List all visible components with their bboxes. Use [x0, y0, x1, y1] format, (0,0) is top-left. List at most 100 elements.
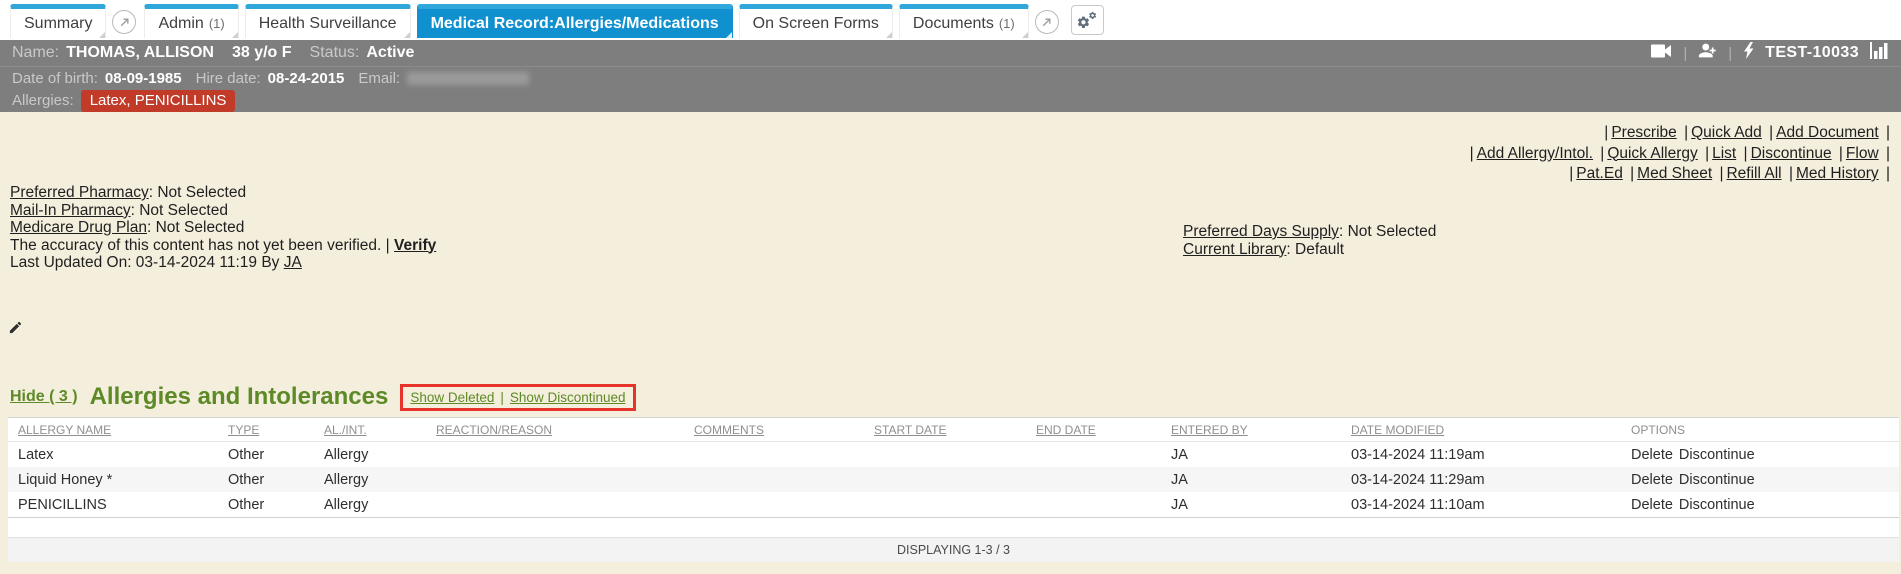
bar-chart-icon[interactable] — [1870, 42, 1889, 64]
separator: | — [1886, 145, 1890, 162]
delete-link[interactable]: Delete — [1631, 472, 1673, 488]
video-camera-icon[interactable] — [1651, 44, 1672, 63]
patient-banner-row-1: Name: THOMAS, ALLISON 38 y/o F Status: A… — [0, 40, 1901, 66]
column-header-type[interactable]: TYPE — [228, 423, 259, 437]
separator: | — [500, 390, 504, 405]
current-library-link[interactable]: Current Library — [1183, 241, 1286, 258]
summary-popout-icon[interactable] — [112, 10, 136, 34]
preferred-days-supply-line: Preferred Days Supply: Not Selected — [1183, 223, 1436, 241]
separator: | — [1604, 124, 1608, 141]
tab-health-surveillance[interactable]: Health Surveillance — [245, 4, 411, 38]
tab-label: Health Surveillance — [259, 15, 397, 33]
cell-entered-by: JA — [1171, 442, 1351, 468]
discontinue-link[interactable]: Discontinue — [1679, 447, 1755, 463]
cell-comments — [694, 467, 874, 492]
delete-link[interactable]: Delete — [1631, 497, 1673, 513]
mail-in-pharmacy-link[interactable]: Mail-In Pharmacy — [10, 202, 131, 219]
pat-ed-link[interactable]: Pat.Ed — [1576, 165, 1623, 182]
discontinue-link[interactable]: Discontinue — [1751, 145, 1832, 162]
tab-summary[interactable]: Summary — [10, 4, 106, 38]
table-header-row: ALLERGY NAME TYPE AL./INT. REACTION/REAS… — [8, 418, 1899, 442]
column-header-end-date[interactable]: END DATE — [1036, 423, 1096, 437]
section-title: Allergies and Intolerances — [90, 383, 389, 411]
tab-label: Documents — [913, 15, 994, 33]
action-links-line-2: |Add Allergy/Intol. |Quick Allergy |List… — [1467, 144, 1893, 165]
add-allergy-intol-link[interactable]: Add Allergy/Intol. — [1477, 145, 1593, 162]
edit-pencil-icon[interactable] — [8, 320, 23, 338]
cell-date-modified: 03-14-2024 11:19am — [1351, 442, 1631, 468]
add-document-link[interactable]: Add Document — [1776, 124, 1879, 141]
email-redacted-value — [407, 72, 529, 85]
cell-allergy-name: PENICILLINS — [8, 492, 228, 517]
lightning-icon[interactable] — [1743, 42, 1754, 64]
last-updated-text: Last Updated On: 03-14-2024 11:19 By — [10, 254, 279, 271]
hide-section-link[interactable]: Hide ( 3 ) — [10, 388, 78, 406]
cell-entered-by: JA — [1171, 467, 1351, 492]
med-sheet-link[interactable]: Med Sheet — [1637, 165, 1712, 182]
cell-type: Other — [228, 467, 324, 492]
column-header-entered-by[interactable]: ENTERED BY — [1171, 423, 1248, 437]
status-label: Status: — [310, 44, 360, 62]
delete-link[interactable]: Delete — [1631, 447, 1673, 463]
separator: | — [1744, 145, 1748, 162]
cell-start-date — [874, 442, 1036, 468]
separator: | — [1684, 124, 1688, 141]
tab-documents[interactable]: Documents (1) — [899, 4, 1029, 38]
column-header-comments[interactable]: COMMENTS — [694, 423, 764, 437]
allergies-badge[interactable]: Latex, PENICILLINS — [81, 90, 236, 112]
current-library-line: Current Library: Default — [1183, 241, 1436, 259]
settings-gear-button[interactable] — [1071, 5, 1104, 35]
column-header-date-modified[interactable]: DATE MODIFIED — [1351, 423, 1444, 437]
tab-medical-record-allergies-medications[interactable]: Medical Record:Allergies/Medications — [417, 4, 733, 38]
cell-allergy-name: Liquid Honey * — [8, 467, 228, 492]
verify-link[interactable]: Verify — [394, 237, 436, 254]
cell-type: Other — [228, 442, 324, 468]
show-discontinued-link[interactable]: Show Discontinued — [510, 390, 626, 405]
tab-admin[interactable]: Admin (1) — [144, 4, 238, 38]
column-header-start-date[interactable]: START DATE — [874, 423, 946, 437]
tab-label: Admin — [158, 15, 203, 33]
preferred-days-supply-link[interactable]: Preferred Days Supply — [1183, 223, 1339, 240]
tab-on-screen-forms[interactable]: On Screen Forms — [739, 4, 893, 38]
table-paging-footer: DISPLAYING 1-3 / 3 — [8, 537, 1899, 562]
prescribe-link[interactable]: Prescribe — [1611, 124, 1676, 141]
colon: : — [1286, 241, 1290, 258]
cell-allergy-name: Latex — [8, 442, 228, 468]
cell-comments — [694, 442, 874, 468]
tab-count-badge: (1) — [999, 16, 1015, 31]
accuracy-line: The accuracy of this content has not yet… — [10, 237, 436, 255]
dob-label: Date of birth: — [12, 70, 98, 87]
list-link[interactable]: List — [1712, 145, 1736, 162]
column-header-al-int[interactable]: AL./INT. — [324, 423, 367, 437]
separator: | — [1728, 45, 1732, 62]
show-deleted-link[interactable]: Show Deleted — [410, 390, 494, 405]
cell-start-date — [874, 492, 1036, 517]
discontinue-link[interactable]: Discontinue — [1679, 497, 1755, 513]
current-library-value: Default — [1295, 241, 1344, 258]
cell-al-int: Allergy — [324, 467, 436, 492]
column-header-allergy-name[interactable]: ALLERGY NAME — [18, 423, 111, 437]
separator: | — [1630, 165, 1634, 182]
documents-popout-icon[interactable] — [1035, 10, 1059, 34]
allergies-table: ALLERGY NAME TYPE AL./INT. REACTION/REAS… — [8, 418, 1899, 517]
separator: | — [1789, 165, 1793, 182]
add-person-icon[interactable] — [1698, 43, 1717, 63]
quick-add-link[interactable]: Quick Add — [1691, 124, 1762, 141]
colon: : — [131, 202, 135, 219]
medicare-drug-plan-link[interactable]: Medicare Drug Plan — [10, 219, 147, 236]
patient-id: TEST-10033 — [1765, 44, 1859, 62]
last-updated-by-link[interactable]: JA — [284, 254, 302, 271]
med-history-link[interactable]: Med History — [1796, 165, 1879, 182]
colon: : — [147, 219, 151, 236]
supply-info-block: Preferred Days Supply: Not Selected Curr… — [1183, 223, 1436, 258]
column-header-reaction-reason[interactable]: REACTION/REASON — [436, 423, 552, 437]
preferred-pharmacy-link[interactable]: Preferred Pharmacy — [10, 184, 149, 201]
quick-allergy-link[interactable]: Quick Allergy — [1607, 145, 1697, 162]
patient-name: THOMAS, ALLISON — [66, 44, 214, 62]
refill-all-link[interactable]: Refill All — [1726, 165, 1781, 182]
flow-link[interactable]: Flow — [1846, 145, 1879, 162]
discontinue-link[interactable]: Discontinue — [1679, 472, 1755, 488]
action-links-line-3: |Pat.Ed |Med Sheet |Refill All |Med Hist… — [1467, 164, 1893, 185]
allergies-section-header: Hide ( 3 ) Allergies and Intolerances Sh… — [10, 383, 636, 411]
separator: | — [1705, 145, 1709, 162]
